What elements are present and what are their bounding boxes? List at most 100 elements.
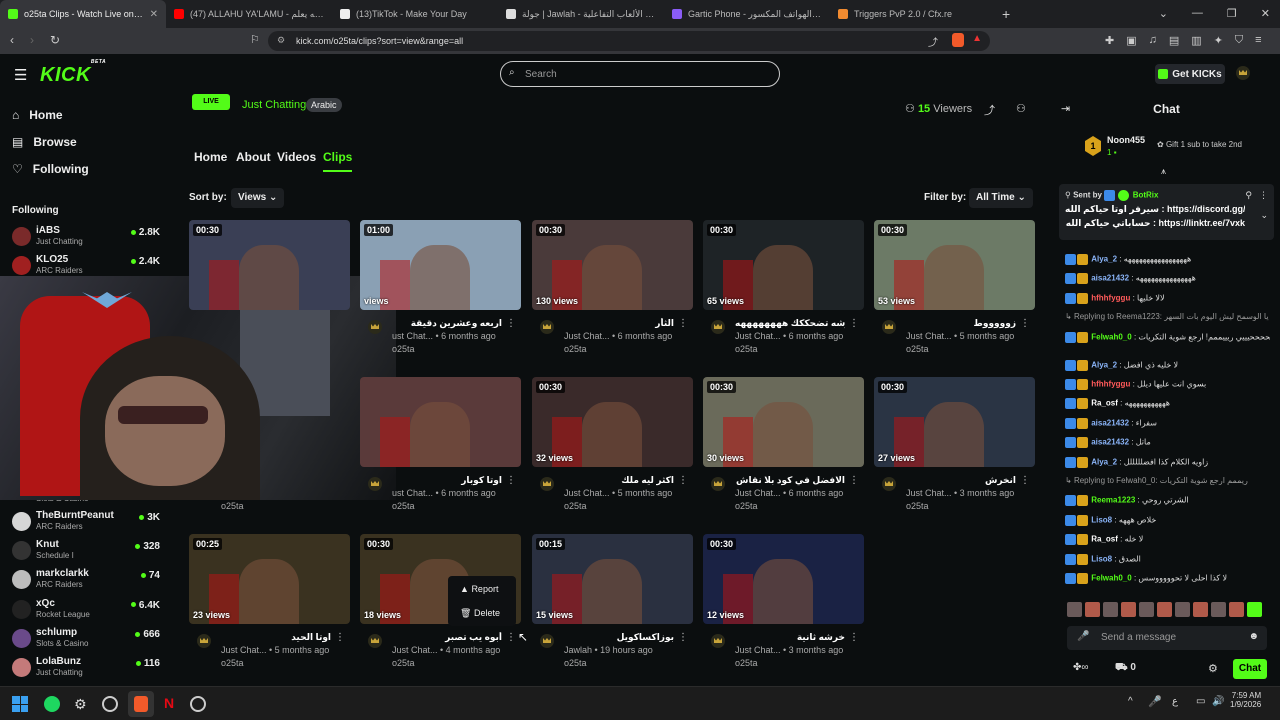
clip-card[interactable]: 00:25 23 views اوتا الحيد ⋮ Just Chat...… [189, 534, 350, 674]
expand-pinned-icon[interactable]: ⌄ [1260, 210, 1268, 221]
leo-icon[interactable]: ✦ [1214, 34, 1223, 47]
bookmark-icon[interactable]: ⚐ [250, 33, 260, 46]
clip-card[interactable]: 00:15 15 views بوزاكساكويل ⋮ Jawlah • 19… [532, 534, 693, 674]
language-indicator[interactable]: ع [1172, 696, 1178, 707]
clip-card[interactable]: 00:30 12 views خرشه ثانية ⋮ Just Chat...… [703, 534, 864, 674]
browser-tab[interactable]: (13)TikTok - Make Your Day [332, 0, 498, 28]
clip-thumbnail[interactable]: 00:30 130 views [532, 220, 693, 310]
clip-options-icon[interactable]: ⋮ [1020, 475, 1030, 486]
report-option[interactable]: ▲ Report [460, 584, 498, 594]
clip-card[interactable]: 00:30 65 views خرشه تضحككك ههههههههه ⋮ J… [703, 220, 864, 360]
clip-thumbnail[interactable]: 00:30 30 views [703, 377, 864, 467]
chat-username[interactable]: Liso8 [1091, 515, 1112, 524]
chat-username[interactable]: hfhhfyggu [1091, 380, 1130, 389]
chat-message[interactable]: Felwah0_0 : لا كذا احلى لا تحوووووسس [1065, 573, 1270, 584]
minimize-icon[interactable]: — [1192, 7, 1203, 20]
clip-channel[interactable]: o25ta [735, 658, 758, 668]
unpin-icon[interactable]: ⚲ [1245, 190, 1252, 201]
clip-options-icon[interactable]: ⋮ [849, 475, 859, 486]
screenshot-icon[interactable]: ▣ [1126, 34, 1136, 47]
gift-sub-button[interactable]: ✿ Gift 1 sub to take 2nd [1157, 140, 1242, 149]
clip-channel[interactable]: o25ta [564, 658, 587, 668]
chat-message[interactable]: ↳ Replying to Reema1223: يا الوسمح ليش ا… [1065, 312, 1270, 321]
windows-start-icon[interactable] [12, 696, 28, 712]
chat-input[interactable]: 🎤 Send a message ☻ [1067, 626, 1267, 650]
chat-username[interactable]: aisa21432 [1091, 418, 1129, 427]
tab-about[interactable]: About [236, 150, 271, 164]
clip-options-icon[interactable]: ⋮ [1020, 318, 1030, 329]
network-icon[interactable]: ▭ [1196, 696, 1205, 707]
rewards-icon[interactable]: ✤∞ [1073, 662, 1089, 673]
volume-icon[interactable]: 🔊 [1212, 696, 1224, 707]
share-channel-icon[interactable]: ⤴ [984, 102, 995, 118]
browser-tab[interactable]: جولة | Jawlah - منصة الألعاب التفاعلية [498, 0, 664, 28]
clip-thumbnail[interactable]: 00:30 53 views [874, 220, 1035, 310]
netflix-icon[interactable]: N [164, 695, 174, 711]
obs-icon[interactable] [190, 696, 206, 712]
chat-message[interactable]: aisa21432 : ماتل [1065, 437, 1270, 449]
tab-clips[interactable]: Clips [323, 150, 353, 172]
following-channel[interactable]: LolaBunz Just Chatting 116 [12, 656, 160, 682]
mic-tray-icon[interactable]: 🎤 [1148, 695, 1162, 708]
chat-message[interactable]: Reema1223 : الشرتي روحي [1065, 495, 1270, 507]
chat-message[interactable]: aisa21432 : سفراء [1065, 417, 1270, 429]
tab-home[interactable]: Home [194, 150, 227, 164]
clip-channel[interactable]: o25ta [564, 501, 587, 511]
following-channel[interactable]: TheBurntPeanut ARC Raiders 3K [12, 510, 160, 536]
chat-username[interactable]: hfhhfyggu [1091, 293, 1130, 302]
restore-icon[interactable]: ❐ [1227, 7, 1237, 20]
chat-username[interactable]: Felwah0_0 [1091, 332, 1131, 341]
close-window-icon[interactable]: ✕ [1261, 7, 1270, 20]
clip-thumbnail[interactable]: 00:25 23 views [189, 534, 350, 624]
sidebar-browse[interactable]: ▤ Browse [12, 135, 77, 149]
kick-logo[interactable]: KICKBETA [40, 59, 106, 87]
steam-icon[interactable]: ⚙ [74, 696, 87, 713]
chat-message[interactable]: ↳ Replying to Felwah0_0: ريممم ارجع شوية… [1065, 476, 1270, 485]
clip-options-icon[interactable]: ⋮ [678, 318, 688, 329]
chat-message[interactable]: hfhhfyggu : بسوي انت عليها ديلل [1065, 379, 1270, 390]
vpn-icon[interactable]: ⛉ [1235, 34, 1243, 47]
clip-options-icon[interactable]: ⋮ [335, 632, 345, 643]
emote-icon[interactable] [1121, 602, 1136, 617]
clip-thumbnail[interactable]: 01:00 views [360, 220, 521, 310]
browser-tab[interactable]: Triggers PvP 2.0 / Cfx.re [830, 0, 996, 28]
delete-option[interactable]: 🗑 Delete [460, 608, 500, 619]
clip-options-icon[interactable]: ⋮ [849, 632, 859, 643]
clock[interactable]: 7:59 AM 1/9/2026 [1230, 691, 1261, 709]
music-icon[interactable]: ♫ [1149, 34, 1157, 47]
category-link[interactable]: Just Chatting [242, 99, 306, 111]
tray-expand-icon[interactable]: ^ [1128, 696, 1133, 707]
clip-options-icon[interactable]: ⋮ [678, 475, 688, 486]
chat-send-button[interactable]: Chat [1233, 659, 1267, 679]
chat-username[interactable]: Alya_2 [1091, 255, 1117, 264]
clip-card[interactable]: 00:30 [189, 220, 350, 360]
emote-icon[interactable] [1229, 602, 1244, 617]
tab-videos[interactable]: Videos [277, 150, 316, 164]
chat-username[interactable]: Ra_osf [1091, 399, 1118, 408]
clip-options-icon[interactable]: ⋮ [506, 632, 516, 643]
clip-thumbnail[interactable]: 00:30 12 views [703, 534, 864, 624]
user-avatar[interactable] [1236, 66, 1250, 80]
clip-options-icon[interactable]: ⋮ [506, 318, 516, 329]
clip-thumbnail[interactable]: 00:15 15 views [532, 534, 693, 624]
emoji-icon[interactable]: ☻ [1248, 631, 1259, 642]
chat-username[interactable]: Liso8 [1091, 554, 1112, 563]
clip-card[interactable]: 00:30 30 views الافضل في كود بلا نقاش ⋮ … [703, 377, 864, 517]
emote-icon[interactable] [1175, 602, 1190, 617]
chat-message[interactable]: Liso8 : خلاص هههه [1065, 514, 1270, 526]
clip-card[interactable]: 01:00 views اربعه وعشرين دقيقة ⋮ ust Cha… [360, 220, 521, 360]
emote-icon[interactable] [1211, 602, 1226, 617]
language-tag[interactable]: Arabic [306, 98, 342, 112]
emote-icon[interactable] [1193, 602, 1208, 617]
clip-channel[interactable]: o25ta [564, 344, 587, 354]
back-icon[interactable]: ‹ [10, 33, 14, 47]
clip-thumbnail[interactable]: 00:30 [189, 220, 350, 310]
menu-icon[interactable]: ≡ [1255, 34, 1261, 47]
following-channel[interactable]: xQc Rocket League 6.4K [12, 598, 160, 624]
brave-shield-icon[interactable] [952, 33, 964, 47]
points-display[interactable]: ⛟ 0 [1115, 662, 1136, 675]
clip-channel[interactable]: o25ta [735, 344, 758, 354]
chat-settings-icon[interactable]: ⚙ [1208, 662, 1218, 675]
emote-icon[interactable] [1139, 602, 1154, 617]
chat-username[interactable]: Ra_osf [1091, 535, 1118, 544]
